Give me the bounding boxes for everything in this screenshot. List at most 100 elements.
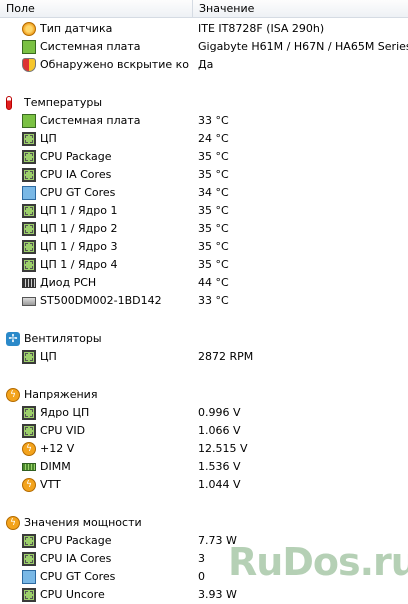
sensor-label: ЦП 1 / Ядро 4 <box>40 258 118 271</box>
sensor-row[interactable]: ЦП 1 / Ядро 1 35 °C <box>0 202 408 220</box>
hdd-icon <box>22 297 36 306</box>
diode-icon <box>22 278 36 288</box>
sensor-label: CPU IA Cores <box>40 168 112 181</box>
bolt-icon: ϟ <box>22 442 36 456</box>
sensor-value: 44 °C <box>198 276 229 289</box>
sensor-value: 33 °C <box>198 294 229 307</box>
sensor-label: CPU GT Cores <box>40 570 116 583</box>
cpu-icon <box>22 424 36 438</box>
sensor-value: 34 °C <box>198 186 229 199</box>
sensor-label: CPU VID <box>40 424 86 437</box>
sensor-value: 24 °C <box>198 132 229 145</box>
sensor-value: 0.996 V <box>198 406 241 419</box>
sensor-row[interactable]: CPU GT Cores 34 °C <box>0 184 408 202</box>
sensor-value: 12.515 V <box>198 442 248 455</box>
sensor-label: Диод PCH <box>40 276 97 289</box>
monitor-icon <box>22 186 36 200</box>
column-header-field[interactable]: Поле <box>0 0 196 17</box>
sensor-row[interactable]: Обнаружено вскрытие кор... Да <box>0 56 408 74</box>
sensor-label: ЦП 1 / Ядро 1 <box>40 204 118 217</box>
sensor-value: 35 °C <box>198 240 229 253</box>
cpu-icon <box>22 406 36 420</box>
sensor-value: ITE IT8728F (ISA 290h) <box>198 22 325 35</box>
sensor-label: CPU IA Cores <box>40 552 112 565</box>
bolt-icon: ϟ <box>6 516 20 530</box>
sensor-row[interactable]: Системная плата 33 °C <box>0 112 408 130</box>
cpu-icon <box>22 204 36 218</box>
cpu-icon <box>22 168 36 182</box>
sensor-value: Gigabyte H61M / H67N / HA65M Series <box>198 40 408 53</box>
monitor-icon <box>22 570 36 584</box>
ram-icon <box>22 463 36 471</box>
cpu-icon <box>22 222 36 236</box>
sensor-value: 35 °C <box>198 168 229 181</box>
sensor-row[interactable]: Ядро ЦП 0.996 V <box>0 404 408 422</box>
sensor-value: 2872 RPM <box>198 350 254 363</box>
sensor-value: 1.044 V <box>198 478 241 491</box>
sensor-value: Да <box>198 58 214 71</box>
sensor-label: ЦП <box>40 132 57 145</box>
sensor-label: CPU Uncore <box>40 588 105 601</box>
sensor-value: 1.536 V <box>198 460 241 473</box>
cpu-icon <box>22 150 36 164</box>
sensor-row[interactable]: ϟ VTT 1.044 V <box>0 476 408 494</box>
sensor-label: ЦП 1 / Ядро 3 <box>40 240 118 253</box>
section-title: Температуры <box>24 96 103 109</box>
sensor-row[interactable]: DIMM 1.536 V <box>0 458 408 476</box>
sensor-row[interactable]: ЦП 2872 RPM <box>0 348 408 366</box>
section-header[interactable]: ϟ Напряжения <box>0 386 408 404</box>
sensor-label: Системная плата <box>40 114 141 127</box>
bolt-icon: ϟ <box>22 478 36 492</box>
sensor-row[interactable]: CPU IA Cores 35 °C <box>0 166 408 184</box>
sensor-row[interactable]: ЦП 1 / Ядро 3 35 °C <box>0 238 408 256</box>
section-header[interactable]: ϟ Значения мощности <box>0 514 408 532</box>
sensor-row[interactable]: Тип датчика ITE IT8728F (ISA 290h) <box>0 20 408 38</box>
section-title: Вентиляторы <box>24 332 102 345</box>
sensor-value: 1.066 V <box>198 424 241 437</box>
cpu-icon <box>22 132 36 146</box>
sensor-row[interactable]: ЦП 1 / Ядро 2 35 °C <box>0 220 408 238</box>
sensor-value: 3.93 W <box>198 588 237 601</box>
sensor-row[interactable]: ЦП 1 / Ядро 4 35 °C <box>0 256 408 274</box>
sensor-value: 35 °C <box>198 258 229 271</box>
sensor-row[interactable]: CPU VID 1.066 V <box>0 422 408 440</box>
motherboard-icon <box>22 40 36 54</box>
section-header[interactable]: Температуры <box>0 94 408 112</box>
sensor-label: Ядро ЦП <box>40 406 90 419</box>
column-header-value[interactable]: Значение <box>192 0 408 17</box>
sensor-label: DIMM <box>40 460 71 473</box>
cpu-icon <box>22 534 36 548</box>
sensor-label: ST500DM002-1BD142 <box>40 294 162 307</box>
sensor-value: 35 °C <box>198 150 229 163</box>
sensor-label: Обнаружено вскрытие кор... <box>40 58 190 71</box>
section-title: Значения мощности <box>24 516 142 529</box>
sensor-value: 33 °C <box>198 114 229 127</box>
sensor-row[interactable]: Системная плата Gigabyte H61M / H67N / HA… <box>0 38 408 56</box>
sensor-label: Тип датчика <box>40 22 113 35</box>
sensor-label: Системная плата <box>40 40 141 53</box>
sensor-row[interactable]: CPU Uncore 3.93 W <box>0 586 408 604</box>
watermark-logo: RuDos.ru <box>228 540 408 584</box>
sensor-label: CPU Package <box>40 534 112 547</box>
sensor-row[interactable]: ST500DM002-1BD142 33 °C <box>0 292 408 310</box>
shield-icon <box>22 58 36 72</box>
sensor-row[interactable]: ϟ +12 V 12.515 V <box>0 440 408 458</box>
sensor-label: +12 V <box>40 442 75 455</box>
cpu-icon <box>22 258 36 272</box>
fan-icon: ✢ <box>6 332 20 346</box>
cpu-icon <box>22 350 36 364</box>
sensor-value: 35 °C <box>198 222 229 235</box>
sensor-value: 35 °C <box>198 204 229 217</box>
gauge-icon <box>22 22 36 36</box>
sensor-label: CPU GT Cores <box>40 186 116 199</box>
motherboard-icon <box>22 114 36 128</box>
section-title: Напряжения <box>24 388 98 401</box>
section-header[interactable]: ✢ Вентиляторы <box>0 330 408 348</box>
column-header: Поле Значение <box>0 0 408 18</box>
sensor-label: ЦП <box>40 350 57 363</box>
sensor-row[interactable]: CPU Package 35 °C <box>0 148 408 166</box>
cpu-icon <box>22 552 36 566</box>
sensor-row[interactable]: ЦП 24 °C <box>0 130 408 148</box>
sensor-label: CPU Package <box>40 150 112 163</box>
sensor-row[interactable]: Диод PCH 44 °C <box>0 274 408 292</box>
